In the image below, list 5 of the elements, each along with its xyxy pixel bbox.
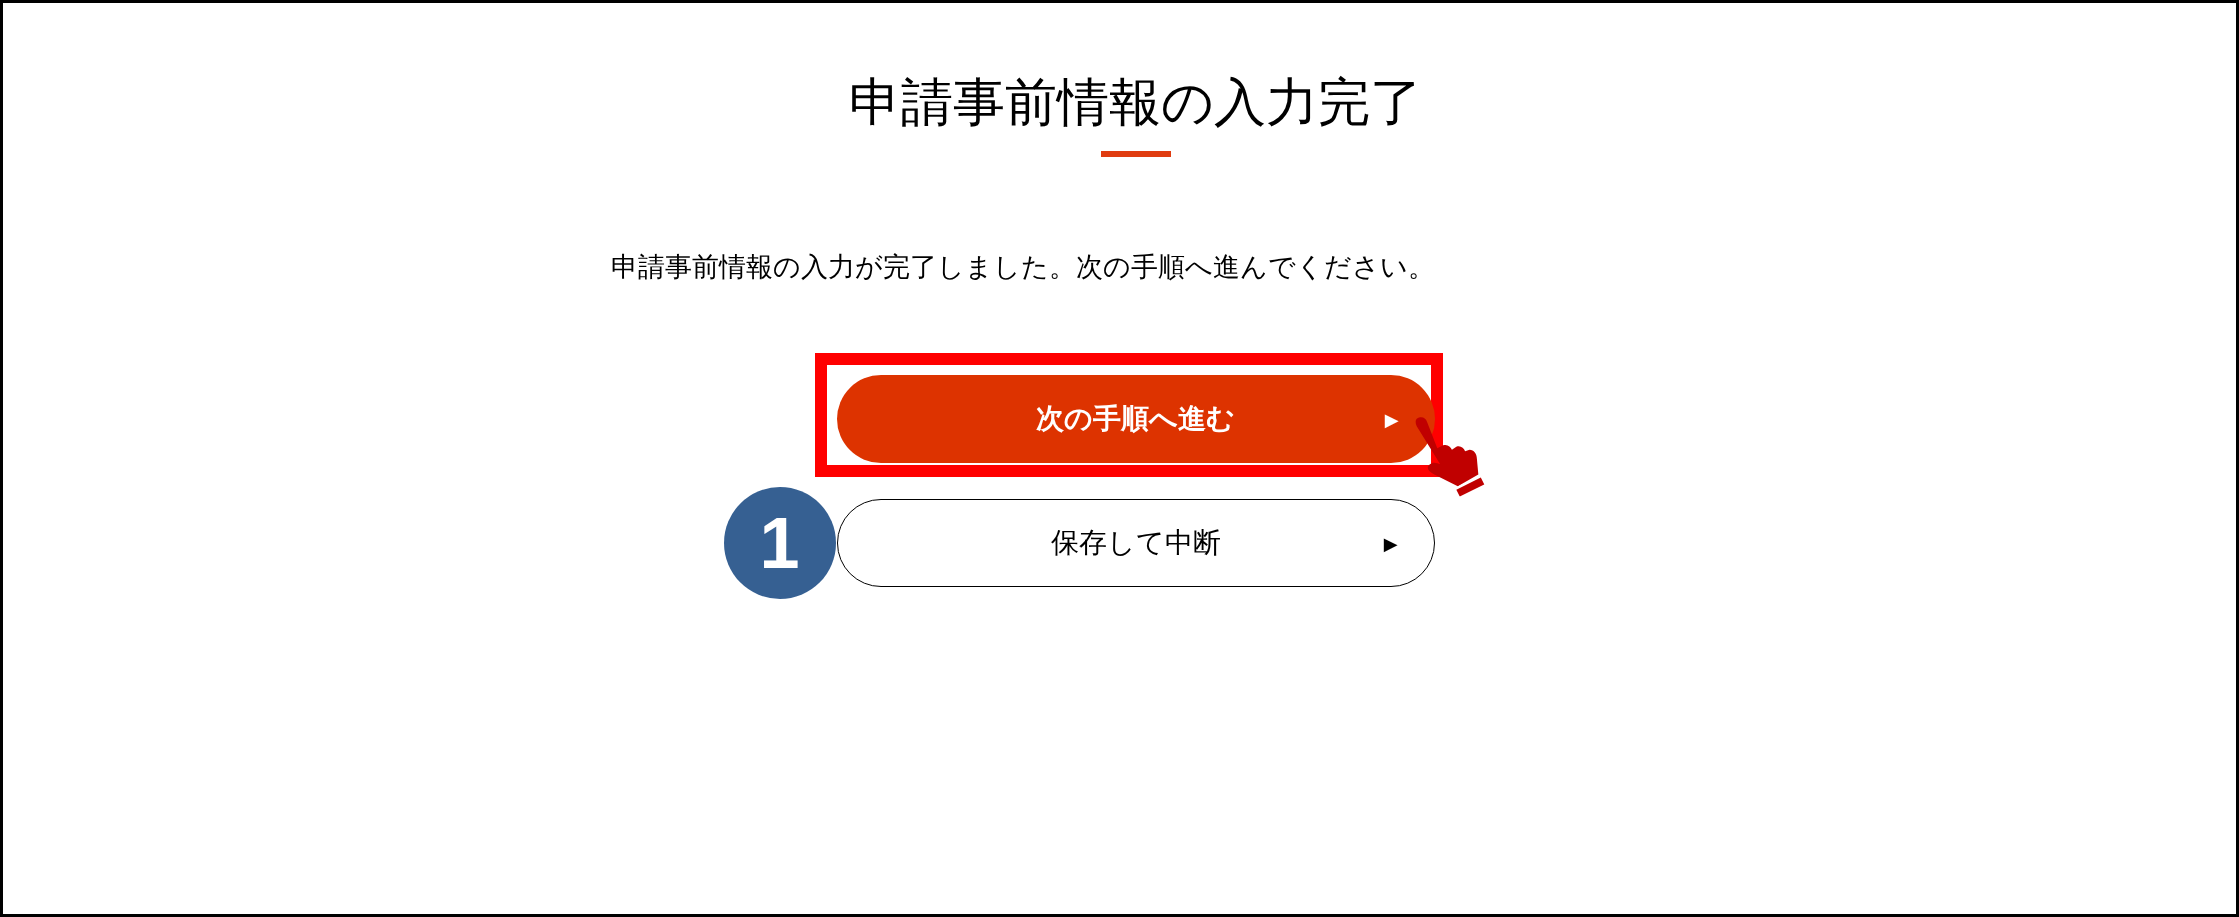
next-step-button[interactable]: 次の手順へ進む ▶ (836, 375, 1435, 464)
save-button[interactable]: 保存して中断 ▶ (836, 499, 1435, 588)
completion-message: 申請事前情報の入力が完了しました。次の手順へ進んでください。 (610, 250, 1435, 285)
step-badge: 1 (723, 487, 836, 600)
page-title: 申請事前情報の入力完了 (849, 71, 1422, 134)
